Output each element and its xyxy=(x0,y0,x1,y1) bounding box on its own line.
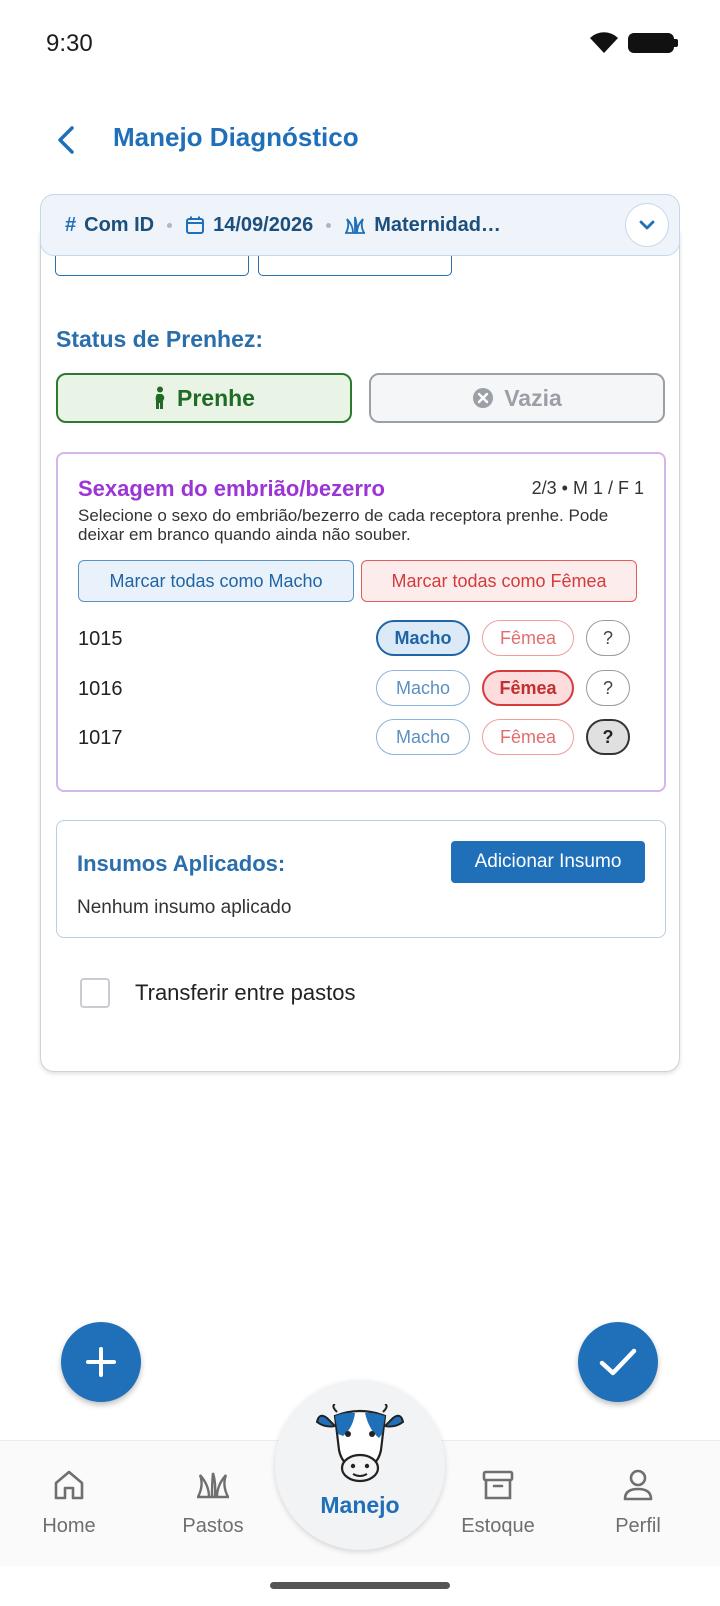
male-option[interactable]: Macho xyxy=(376,719,470,755)
plus-icon xyxy=(86,1347,116,1377)
nav-pastos[interactable]: Pastos xyxy=(153,1441,273,1567)
female-option[interactable]: Fêmea xyxy=(482,719,574,755)
male-option[interactable]: Macho xyxy=(376,670,470,706)
home-icon xyxy=(49,1465,89,1505)
add-input-button[interactable]: Adicionar Insumo xyxy=(451,841,645,883)
female-option[interactable]: Fêmea xyxy=(482,670,574,706)
inputs-panel: Insumos Aplicados: Adicionar Insumo Nenh… xyxy=(56,820,666,938)
mark-all-female-button[interactable]: Marcar todas como Fêmea xyxy=(361,560,637,602)
nav-estoque-label: Estoque xyxy=(461,1515,535,1537)
transfer-label[interactable]: Transferir entre pastos xyxy=(135,980,356,1006)
nav-home-label: Home xyxy=(42,1515,96,1537)
prenhe-label: Prenhe xyxy=(177,384,255,411)
date-label: 14/09/2026 xyxy=(213,213,314,236)
animal-id: 1017 xyxy=(78,727,123,749)
home-indicator xyxy=(270,1582,450,1589)
date-item: 14/09/2026 xyxy=(185,214,313,237)
female-option[interactable]: Fêmea xyxy=(482,620,574,656)
id-mode-label: Com ID xyxy=(84,213,155,236)
inputs-title: Insumos Aplicados: xyxy=(77,851,286,876)
vazia-button[interactable]: Vazia xyxy=(369,373,665,423)
separator-dot xyxy=(326,222,332,228)
inputs-empty-text: Nenhum insumo aplicado xyxy=(77,897,292,918)
nav-manejo-label: Manejo xyxy=(320,1492,400,1518)
status-bar: 9:30 xyxy=(0,0,720,86)
context-summary-bar[interactable]: # Com ID 14/09/2026 Maternidad… xyxy=(40,194,680,256)
transfer-checkbox[interactable] xyxy=(80,978,110,1008)
archive-icon xyxy=(478,1465,518,1505)
nav-manejo[interactable]: Manejo xyxy=(275,1380,445,1550)
pasture-label: Maternidad… xyxy=(374,213,501,236)
grass-icon xyxy=(345,216,366,234)
sexing-description: Selecione o sexo do embrião/bezerro de c… xyxy=(78,506,609,544)
diagnostic-form-card: 1059 1060 Status de Prenhez: Prenhe Vazi… xyxy=(40,230,680,1072)
id-mode-item: # Com ID xyxy=(65,214,154,237)
chevron-down-icon xyxy=(639,220,655,230)
nav-estoque[interactable]: Estoque xyxy=(438,1441,558,1567)
mark-all-male-button[interactable]: Marcar todas como Macho xyxy=(78,560,354,602)
hash-icon: # xyxy=(65,213,77,236)
sexing-row: 1017 Macho Fêmea ? xyxy=(78,719,638,757)
expand-context-button[interactable] xyxy=(625,203,669,247)
animal-id: 1015 xyxy=(78,628,123,650)
animal-id: 1016 xyxy=(78,678,123,700)
status-time: 9:30 xyxy=(46,30,93,57)
back-button[interactable] xyxy=(46,118,86,162)
add-fab[interactable] xyxy=(61,1322,141,1402)
back-arrow-icon xyxy=(58,126,74,154)
cancel-circle-icon xyxy=(473,388,494,408)
cow-icon xyxy=(315,1404,405,1483)
sexing-summary: 2/3 • M 1 / F 1 xyxy=(531,478,644,498)
prenhe-button[interactable]: Prenhe xyxy=(56,373,352,423)
app-bar: Manejo Diagnóstico xyxy=(0,100,720,180)
calendar-icon xyxy=(186,216,205,234)
battery-icon xyxy=(628,33,678,53)
page-title: Manejo Diagnóstico xyxy=(113,122,359,152)
nav-perfil[interactable]: Perfil xyxy=(578,1441,698,1567)
person-icon xyxy=(618,1465,658,1505)
pregnant-icon xyxy=(155,386,165,409)
unknown-option[interactable]: ? xyxy=(586,719,630,755)
sexing-row: 1015 Macho Fêmea ? xyxy=(78,620,638,658)
confirm-fab[interactable] xyxy=(578,1322,658,1402)
check-icon xyxy=(599,1348,637,1376)
nav-perfil-label: Perfil xyxy=(615,1515,661,1537)
nav-home[interactable]: Home xyxy=(9,1441,129,1567)
vazia-label: Vazia xyxy=(504,384,562,411)
grass-icon xyxy=(193,1465,233,1505)
pasture-item: Maternidad… xyxy=(344,214,501,237)
nav-pastos-label: Pastos xyxy=(182,1515,244,1537)
sexing-row: 1016 Macho Fêmea ? xyxy=(78,670,638,708)
unknown-option[interactable]: ? xyxy=(586,670,630,706)
male-option[interactable]: Macho xyxy=(376,620,470,656)
separator-dot xyxy=(167,222,173,228)
sexing-panel: Sexagem do embrião/bezerro 2/3 • M 1 / F… xyxy=(56,452,666,792)
unknown-option[interactable]: ? xyxy=(586,620,630,656)
sexing-title: Sexagem do embrião/bezerro xyxy=(78,476,385,501)
pregnancy-status-label: Status de Prenhez: xyxy=(56,326,264,352)
wifi-icon xyxy=(590,32,618,53)
